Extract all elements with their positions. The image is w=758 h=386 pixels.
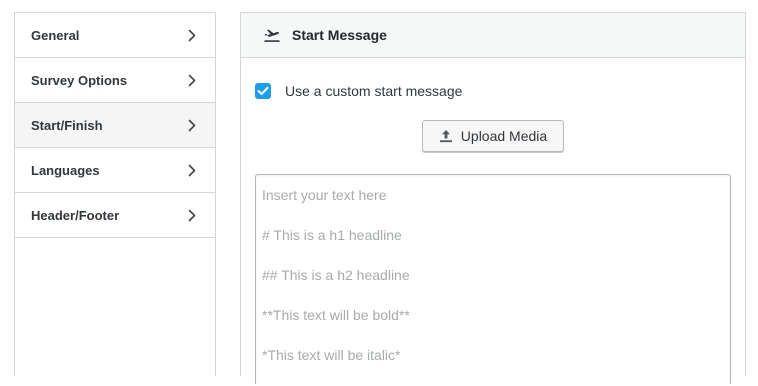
sidebar-item-start-finish[interactable]: Start/Finish <box>15 103 215 148</box>
upload-media-label: Upload Media <box>460 128 548 144</box>
placeholder-line: ## This is a h2 headline <box>262 267 410 283</box>
panel-header: Start Message <box>241 13 745 58</box>
chevron-right-icon <box>185 73 199 87</box>
sidebar-item-survey-options[interactable]: Survey Options <box>15 58 215 103</box>
placeholder-line: Insert your text here <box>262 187 387 203</box>
custom-start-message-checkbox[interactable] <box>255 83 271 99</box>
chevron-right-icon <box>185 118 199 132</box>
settings-sidebar: General Survey Options Start/Finish Lang… <box>14 12 216 376</box>
panel-title: Start Message <box>292 27 387 43</box>
placeholder-line: *This text will be italic* <box>262 347 401 363</box>
plane-takeoff-icon <box>263 25 283 45</box>
custom-start-message-option: Use a custom start message <box>255 83 462 99</box>
upload-media-button[interactable]: Upload Media <box>422 120 564 152</box>
start-message-panel: Start Message Use a custom start message… <box>240 12 746 384</box>
sidebar-item-header-footer[interactable]: Header/Footer <box>15 193 215 238</box>
start-message-textarea[interactable]: Insert your text here # This is a h1 hea… <box>255 174 731 384</box>
sidebar-item-label: Languages <box>31 162 100 178</box>
sidebar-item-label: General <box>31 27 80 43</box>
placeholder-line: # This is a h1 headline <box>262 227 402 243</box>
sidebar-item-label: Header/Footer <box>31 207 120 223</box>
sidebar-item-label: Start/Finish <box>31 117 103 133</box>
chevron-right-icon <box>185 163 199 177</box>
chevron-right-icon <box>185 208 199 222</box>
sidebar-item-languages[interactable]: Languages <box>15 148 215 193</box>
sidebar-item-general[interactable]: General <box>15 13 215 58</box>
placeholder-line: **This text will be bold** <box>262 307 410 323</box>
checkbox-label: Use a custom start message <box>285 83 463 99</box>
sidebar-item-label: Survey Options <box>31 72 128 88</box>
upload-icon <box>439 129 453 143</box>
chevron-right-icon <box>185 28 199 42</box>
